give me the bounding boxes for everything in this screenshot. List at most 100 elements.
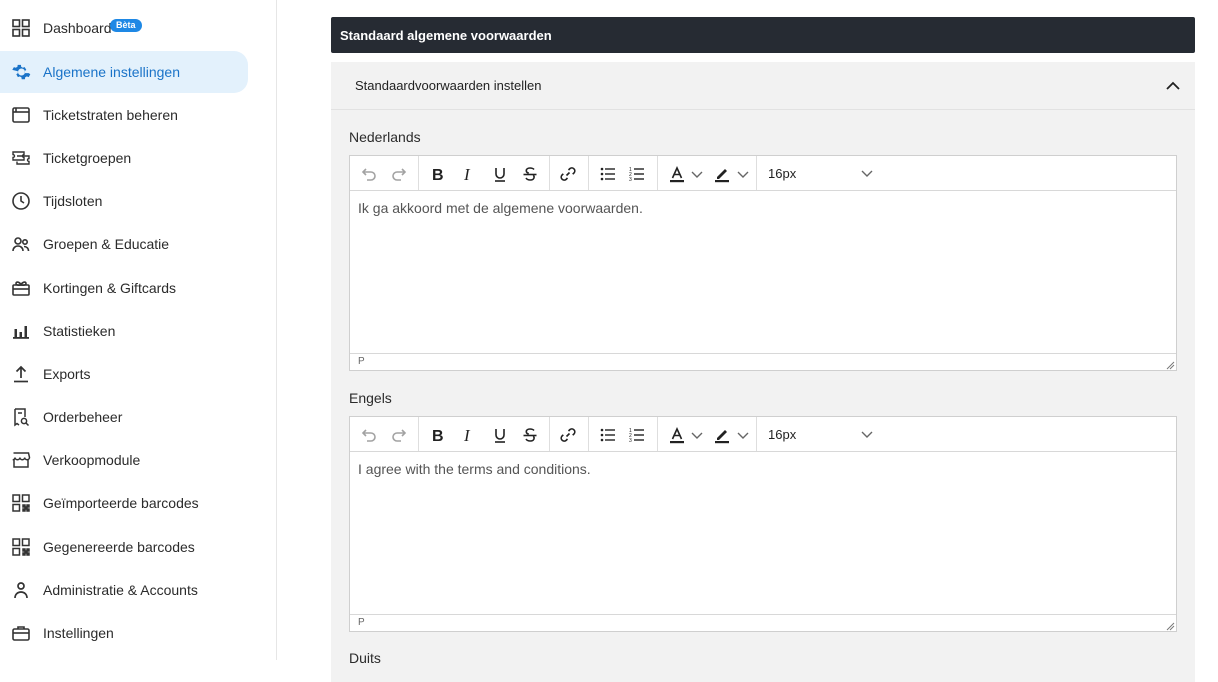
sidebar-item-tijdsloten[interactable]: Tijdsloten — [0, 180, 248, 222]
sidebar-item-label: Exports — [43, 366, 91, 382]
grid-icon — [11, 18, 31, 38]
gear-icon — [11, 62, 31, 82]
section-title: Standaardvoorwaarden instellen — [355, 78, 542, 93]
gift-icon — [11, 278, 31, 298]
bullet-list-icon[interactable] — [598, 425, 618, 445]
sidebar-item-verkoopmodule[interactable]: Verkoopmodule — [0, 439, 248, 481]
link-icon[interactable] — [558, 164, 578, 184]
editor-statusbar: P — [350, 614, 1176, 631]
svg-text:3: 3 — [629, 177, 632, 183]
sidebar-item-label: Ticketstraten beheren — [43, 107, 178, 123]
strikethrough-icon[interactable] — [520, 425, 540, 445]
briefcase-icon — [11, 623, 31, 643]
editor-label-engels: Engels — [349, 390, 392, 406]
sidebar-item-statistieken[interactable]: Statistieken — [0, 310, 248, 352]
editor-label-nederlands: Nederlands — [349, 129, 421, 145]
link-icon[interactable] — [558, 425, 578, 445]
resize-handle-icon[interactable] — [1166, 360, 1175, 370]
svg-text:I: I — [463, 165, 471, 183]
beta-badge: Bèta — [110, 19, 142, 32]
editor-toolbar: B I 123 16px — [350, 417, 1176, 452]
bullet-list-icon[interactable] — [598, 164, 618, 184]
sidebar-item-kortingen-giftcards[interactable]: Kortingen & Giftcards — [0, 267, 248, 309]
sidebar-item-label: Tijdsloten — [43, 193, 103, 209]
numbered-list-icon[interactable]: 123 — [627, 164, 647, 184]
undo-icon[interactable] — [358, 425, 378, 445]
sidebar-item-label: Statistieken — [43, 323, 116, 339]
redo-icon[interactable] — [390, 164, 410, 184]
rich-text-editor-engels: B I 123 16px I agree with the terms and … — [349, 416, 1177, 632]
sidebar-item-gegenereerde-barcodes[interactable]: Gegenereerde barcodes — [0, 526, 248, 568]
bold-icon[interactable]: B — [428, 425, 448, 445]
sidebar-item-ticketstraten-beheren[interactable]: Ticketstraten beheren — [0, 94, 248, 136]
sidebar-item-exports[interactable]: Exports — [0, 353, 248, 395]
font-size-select[interactable]: 16px — [768, 427, 796, 442]
sidebar-item-label: Orderbeheer — [43, 409, 123, 425]
sidebar-item-orderbeheer[interactable]: Orderbeheer — [0, 396, 248, 438]
undo-icon[interactable] — [358, 164, 378, 184]
numbered-list-icon[interactable]: 123 — [627, 425, 647, 445]
chevron-down-icon[interactable] — [736, 425, 750, 445]
chevron-down-icon[interactable] — [860, 427, 874, 441]
sidebar-item-dashboard[interactable]: Dashboard Bèta — [0, 7, 248, 49]
underline-icon[interactable] — [490, 425, 510, 445]
sidebar-item-instellingen[interactable]: Instellingen — [0, 612, 248, 654]
editor-content[interactable]: Ik ga akkoord met de algemene voorwaarde… — [350, 191, 1176, 354]
redo-icon[interactable] — [390, 425, 410, 445]
chevron-down-icon[interactable] — [690, 425, 704, 445]
italic-icon[interactable]: I — [458, 164, 478, 184]
editor-content[interactable]: I agree with the terms and conditions. — [350, 452, 1176, 615]
font-size-select[interactable]: 16px — [768, 166, 796, 181]
chevron-down-icon[interactable] — [860, 166, 874, 180]
qr-icon — [11, 537, 31, 557]
element-path: P — [358, 356, 365, 367]
sidebar-item-label: Algemene instellingen — [43, 64, 180, 80]
qr-icon — [11, 493, 31, 513]
chevron-up-icon[interactable] — [1165, 78, 1181, 94]
bold-icon[interactable]: B — [428, 164, 448, 184]
terms-card: Standaardvoorwaarden instellen Nederland… — [331, 62, 1195, 682]
store-icon — [11, 450, 31, 470]
chevron-down-icon[interactable] — [736, 164, 750, 184]
clock-icon — [11, 191, 31, 211]
editor-statusbar: P — [350, 353, 1176, 370]
svg-text:I: I — [463, 426, 471, 444]
sidebar-item-label: Geïmporteerde barcodes — [43, 495, 199, 511]
chevron-down-icon[interactable] — [690, 164, 704, 184]
element-path: P — [358, 617, 365, 628]
editor-toolbar: B I 123 16px — [350, 156, 1176, 191]
sidebar-item-label: Groepen & Educatie — [43, 236, 170, 252]
sidebar-item-label: Dashboard — [43, 20, 112, 36]
panel-title: Standaard algemene voorwaarden — [331, 17, 1195, 53]
text-color-icon[interactable] — [667, 164, 687, 184]
highlight-color-icon[interactable] — [712, 425, 732, 445]
sidebar-item-label: Administratie & Accounts — [43, 582, 198, 598]
italic-icon[interactable]: I — [458, 425, 478, 445]
receipt-search-icon — [11, 407, 31, 427]
sidebar-item-ticketgroepen[interactable]: Ticketgroepen — [0, 137, 248, 179]
person-icon — [11, 580, 31, 600]
people-icon — [11, 234, 31, 254]
highlight-color-icon[interactable] — [712, 164, 732, 184]
bar-chart-icon — [11, 321, 31, 341]
sidebar-item-label: Gegenereerde barcodes — [43, 539, 195, 555]
sidebar-item-label: Instellingen — [43, 625, 114, 641]
underline-icon[interactable] — [490, 164, 510, 184]
sidebar-item-administratie-accounts[interactable]: Administratie & Accounts — [0, 569, 248, 611]
sidebar-item-algemene-instellingen[interactable]: Algemene instellingen — [0, 51, 248, 93]
sidebar: Dashboard Bèta Algemene instellingen Tic… — [0, 0, 277, 660]
sidebar-item-label: Kortingen & Giftcards — [43, 280, 177, 296]
section-header[interactable]: Standaardvoorwaarden instellen — [331, 62, 1195, 110]
svg-text:3: 3 — [629, 438, 632, 444]
tickets-icon — [11, 148, 31, 168]
svg-text:B: B — [432, 167, 444, 183]
rich-text-editor-nederlands: B I 123 16px Ik ga akkoord met de algeme… — [349, 155, 1177, 371]
editor-label-duits: Duits — [349, 650, 381, 666]
sidebar-item-geimporteerde-barcodes[interactable]: Geïmporteerde barcodes — [0, 482, 248, 524]
strikethrough-icon[interactable] — [520, 164, 540, 184]
sidebar-item-label: Ticketgroepen — [43, 150, 132, 166]
sidebar-item-groepen-educatie[interactable]: Groepen & Educatie — [0, 223, 248, 265]
main-content: Standaard algemene voorwaarden Standaard… — [277, 0, 1218, 682]
text-color-icon[interactable] — [667, 425, 687, 445]
resize-handle-icon[interactable] — [1166, 621, 1175, 631]
